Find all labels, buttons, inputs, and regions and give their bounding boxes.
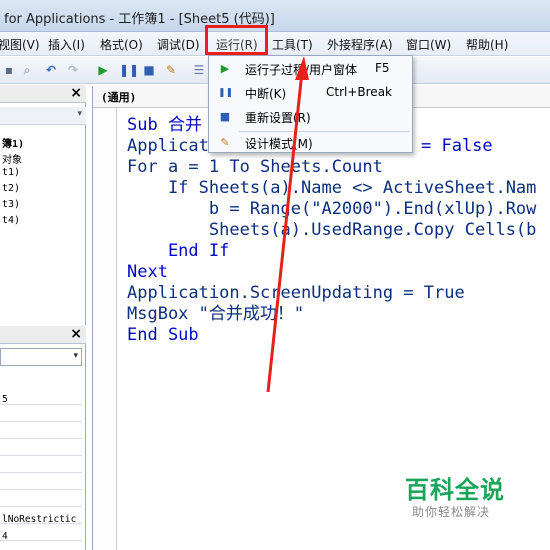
annotation-arrow: [266, 56, 309, 393]
watermark-logo: 百科全说: [405, 476, 505, 504]
arrow-line: [266, 71, 304, 393]
arrow-head: [295, 56, 309, 80]
watermark-subtitle: 助你轻松解决: [412, 505, 491, 519]
